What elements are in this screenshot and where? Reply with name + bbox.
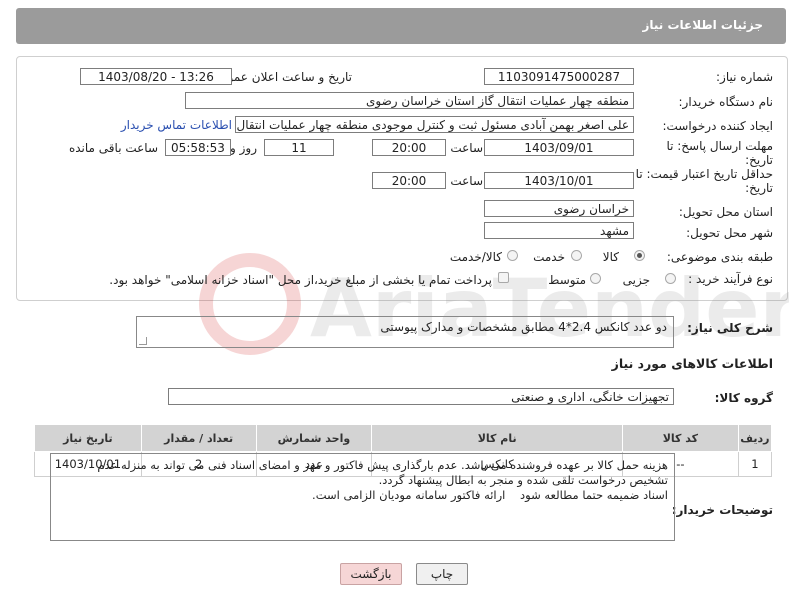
process-option-medium: متوسط (548, 273, 586, 287)
creator-field: علی اصغر بهمن آبادی مسئول ثبت و کنترل مو… (235, 116, 634, 133)
buyer-contact-link[interactable]: اطلاعات تماس خریدار (121, 118, 232, 132)
time-remaining-label: ساعت باقی مانده (68, 141, 158, 155)
col-name-header: نام کالا (371, 424, 623, 452)
col-date-header: تاریخ نیاز (34, 424, 142, 452)
buyer-field: منطقه چهار عملیات انتقال گاز استان خراسا… (185, 92, 634, 109)
cell-row: 1 (737, 451, 773, 477)
category-option-service: خدمت (533, 250, 565, 264)
back-button[interactable]: بازگشت (340, 563, 402, 585)
days-label: روز و (230, 141, 257, 155)
treasury-payment-checkbox[interactable] (498, 272, 509, 283)
item-group-label: گروه کالا: (714, 391, 773, 405)
validity-date-field: 1403/10/01 (484, 172, 634, 189)
description-text: دو عدد کانکس 2.4*4 مطابق مشخصات و مدارک … (380, 320, 667, 334)
validity-date-label: تاریخ: (745, 181, 773, 195)
process-label: نوع فرآیند خرید : (688, 272, 773, 286)
days-remaining-field: 11 (264, 139, 334, 156)
item-group-field: تجهیزات خانگی، اداری و صنعتی (168, 388, 674, 405)
deadline-date-label: تاریخ: (745, 153, 773, 167)
validity-time-field: 20:00 (372, 172, 446, 189)
process-radio-medium[interactable] (590, 273, 601, 284)
category-radio-both[interactable] (507, 250, 518, 261)
buyer-notes-label: توضیحات خریدار: (671, 503, 773, 517)
deadline-time-label: ساعت (450, 141, 483, 155)
announce-datetime-field: 1403/08/20 - 13:26 (80, 68, 232, 85)
print-button[interactable]: چاپ (416, 563, 468, 585)
col-code-header: کد کالا (622, 424, 739, 452)
col-qty-header: تعداد / مقدار (140, 424, 257, 452)
deadline-time-field: 20:00 (372, 139, 446, 156)
items-section-title: اطلاعات کالاهای مورد نیاز (611, 356, 773, 371)
table-header-row: ردیف کد کالا نام کالا واحد شمارش تعداد /… (34, 424, 773, 452)
treasury-payment-note: پرداخت تمام یا بخشی از مبلغ خرید،از محل … (109, 273, 492, 287)
need-number-label: شماره نیاز: (716, 70, 773, 84)
process-radio-minor[interactable] (665, 273, 676, 284)
col-row-header: ردیف (737, 424, 773, 452)
category-radio-service[interactable] (571, 250, 582, 261)
category-option-both: کالا/خدمت (449, 250, 502, 264)
city-field: مشهد (484, 222, 634, 239)
validity-time-label: ساعت (450, 174, 483, 188)
page-title: جزئیات اطلاعات نیاز (642, 18, 763, 32)
category-label: طبقه بندی موضوعی: (666, 250, 773, 264)
need-number-field: 1103091475000287 (484, 68, 634, 85)
category-option-goods: کالا (602, 250, 619, 264)
resize-grip-icon[interactable] (139, 337, 147, 345)
buyer-label: نام دستگاه خریدار: (678, 95, 774, 109)
col-unit-header: واحد شمارش (255, 424, 373, 452)
province-field: خراسان رضوی (484, 200, 634, 217)
description-textarea[interactable]: دو عدد کانکس 2.4*4 مطابق مشخصات و مدارک … (136, 316, 674, 348)
description-label: شرح کلی نیاز: (687, 321, 773, 335)
city-label: شهر محل تحویل: (686, 226, 773, 240)
province-label: استان محل تحویل: (678, 205, 773, 219)
creator-label: ایجاد کننده درخواست: (662, 119, 773, 133)
category-radio-goods[interactable] (634, 250, 645, 261)
deadline-label: مهلت ارسال پاسخ: تا (666, 139, 773, 153)
time-remaining-field: 05:58:53 (165, 139, 231, 156)
validity-label: حداقل تاریخ اعتبار قیمت: تا (635, 167, 773, 181)
deadline-date-field: 1403/09/01 (484, 139, 634, 156)
process-option-minor: جزیی (622, 273, 650, 287)
buyer-notes-textarea[interactable]: هزینه حمل کالا بر عهده فروشنده می باشد. … (50, 453, 675, 541)
